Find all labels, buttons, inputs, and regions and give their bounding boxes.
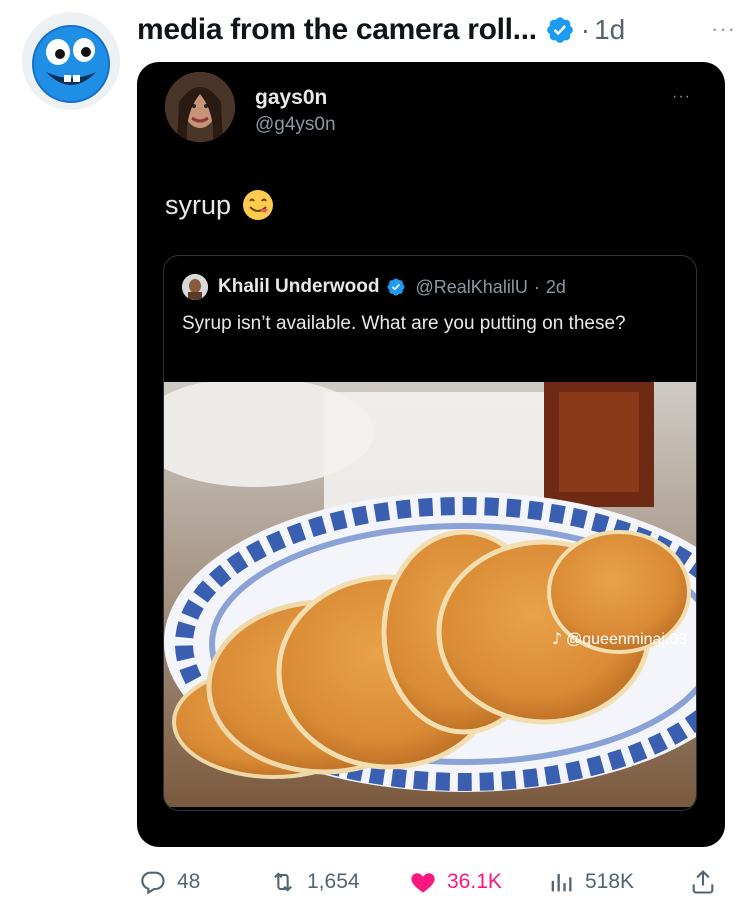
separator: · <box>533 276 540 297</box>
inner-post-text-row: syrup <box>165 188 275 222</box>
like-count: 36.1K <box>447 870 502 893</box>
quoted-post-header: Khalil Underwood @RealKhalilU · 2d <box>182 274 566 300</box>
post-header: media from the camera roll... · 1d ··· <box>137 10 740 50</box>
yum-emoji-icon <box>243 190 274 220</box>
reply-icon <box>141 871 165 895</box>
quoted-handle: @RealKhalilU <box>415 276 528 297</box>
quoted-display-name: Khalil Underwood <box>218 276 380 297</box>
like-button[interactable]: 36.1K <box>409 868 502 896</box>
tiktok-watermark: @queenminaj.03 <box>566 631 687 648</box>
views-count: 518K <box>585 870 635 893</box>
repost-button[interactable]: 1,654 <box>269 868 360 896</box>
inner-post-text: syrup <box>165 189 232 220</box>
author-avatar[interactable] <box>22 12 120 110</box>
quoted-avatar <box>182 274 208 300</box>
more-icon[interactable]: ··· <box>711 16 736 42</box>
inner-avatar <box>165 72 235 142</box>
action-bar: 48 1,654 36.1K 518K <box>137 860 725 906</box>
verified-badge-icon <box>546 17 573 43</box>
author-display-name[interactable]: media from the camera roll... <box>137 13 537 47</box>
share-button[interactable] <box>689 868 717 896</box>
share-icon <box>692 870 714 894</box>
quoted-time: 2d <box>545 276 566 297</box>
reply-button[interactable]: 48 <box>139 868 200 896</box>
media-card[interactable]: gays0n @g4ys0n ··· syrup Khalil Underwoo… <box>137 62 725 847</box>
views-icon <box>551 873 572 892</box>
pancakes-photo: @queenminaj.03 ♪ <box>164 382 696 807</box>
tiktok-icon: ♪ <box>552 629 562 648</box>
verified-badge-icon <box>386 278 405 296</box>
views-button[interactable]: 518K <box>547 868 634 896</box>
inner-more-icon: ··· <box>672 88 691 105</box>
quoted-post: Khalil Underwood @RealKhalilU · 2d Syrup… <box>163 255 697 811</box>
post-time[interactable]: 1d <box>594 14 625 46</box>
repost-count: 1,654 <box>307 870 360 893</box>
inner-display-name: gays0n <box>255 86 328 109</box>
heart-icon <box>411 873 435 893</box>
smiley-blue-avatar-icon <box>22 12 120 110</box>
inner-handle: @g4ys0n <box>255 114 336 135</box>
quoted-post-text: Syrup isn’t available. What are you putt… <box>182 313 626 334</box>
repost-icon <box>274 872 292 892</box>
separator: · <box>580 14 591 45</box>
reply-count: 48 <box>177 870 201 893</box>
